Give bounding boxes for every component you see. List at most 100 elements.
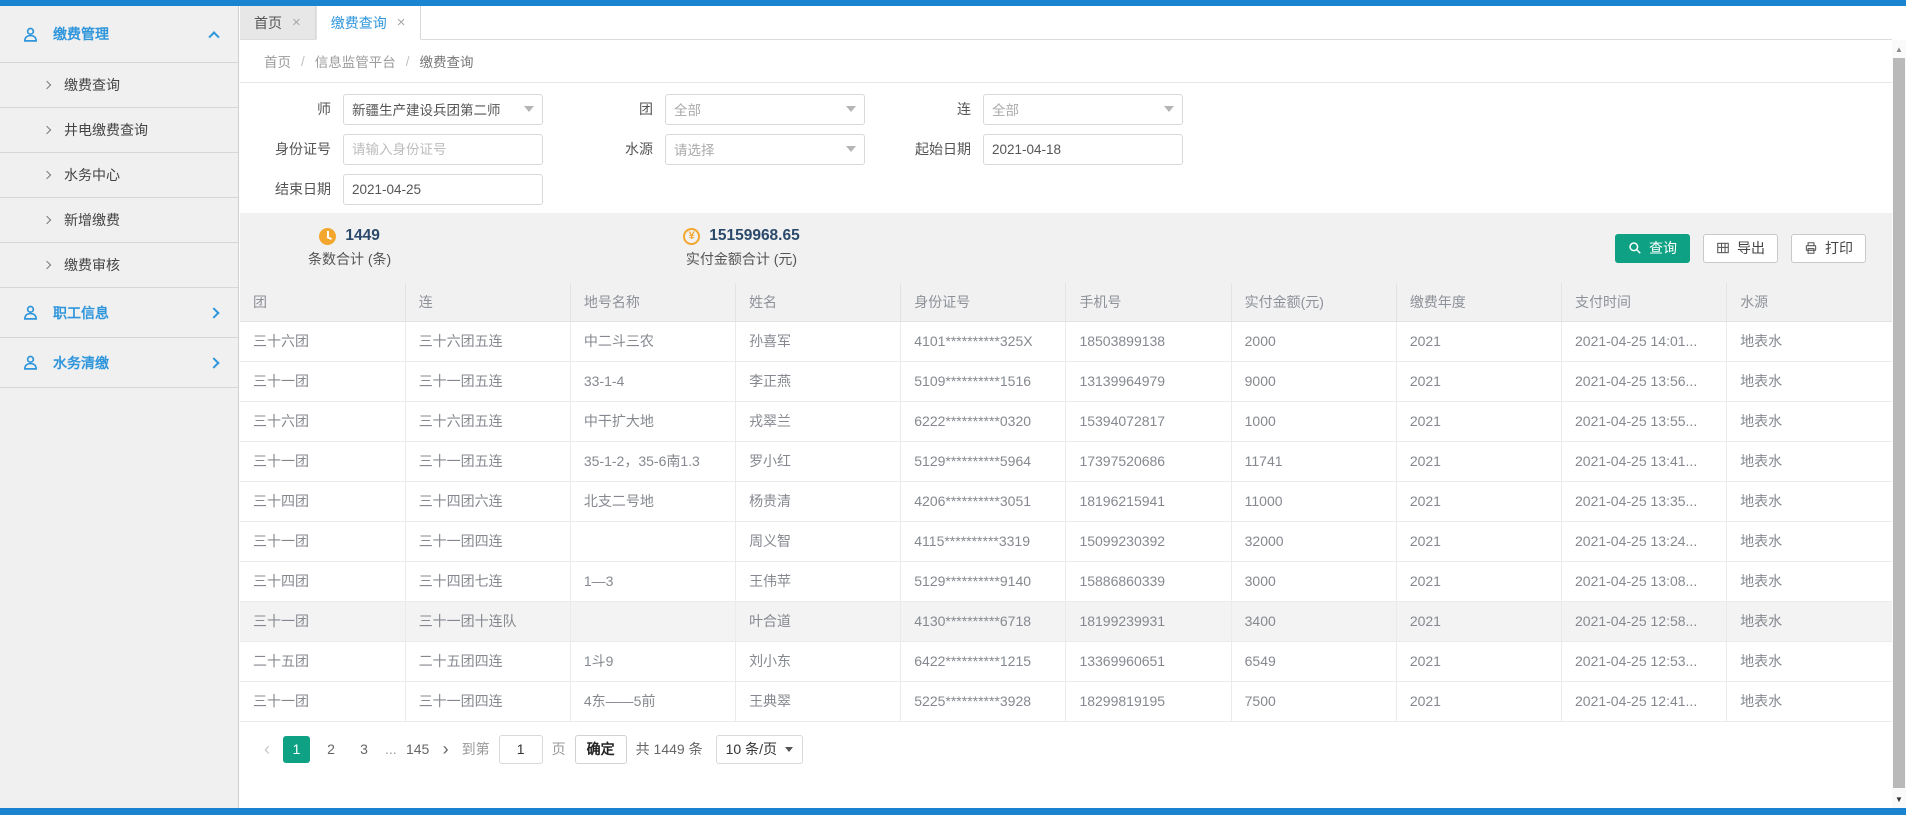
sidebar-group-label: 缴费管理 <box>53 24 210 44</box>
water-source-select[interactable]: 请选择 <box>665 134 865 165</box>
page-button-3[interactable]: 3 <box>352 736 376 763</box>
table-cell: 15886860339 <box>1066 561 1231 601</box>
sidebar-group-staff-info[interactable]: 职工信息 <box>0 288 238 338</box>
sidebar-item-water-center[interactable]: 水务中心 <box>0 153 238 198</box>
table-cell: 2021-04-25 13:56... <box>1562 361 1727 401</box>
page-size-value: 10 条/页 <box>726 739 777 759</box>
page-button-1[interactable]: 1 <box>283 736 310 763</box>
division-select[interactable]: 新疆生产建设兵团第二师 <box>343 94 543 125</box>
table-cell: 2021 <box>1396 641 1561 681</box>
table-cell: 2021-04-25 13:55... <box>1562 401 1727 441</box>
table-cell: 6222**********0320 <box>901 401 1066 441</box>
breadcrumb-home[interactable]: 首页 <box>264 51 291 71</box>
sidebar-item-label: 缴费查询 <box>64 75 120 95</box>
sidebar-group-payment-management[interactable]: 缴费管理 <box>0 6 238 63</box>
table-cell: 2000 <box>1231 321 1396 361</box>
table-row[interactable]: 三十四团三十四团六连北支二号地杨贵清4206**********30511819… <box>240 481 1892 521</box>
table-cell: 李正燕 <box>736 361 901 401</box>
table-row[interactable]: 三十一团三十一团五连33-1-4李正燕5109**********1516131… <box>240 361 1892 401</box>
person-icon <box>22 354 39 371</box>
table-row[interactable]: 三十一团三十一团四连4东——5前王典翠5225**********3928182… <box>240 681 1892 721</box>
sidebar-item-well-electric-payment-query[interactable]: 井电缴费查询 <box>0 108 238 153</box>
column-header: 支付时间 <box>1562 283 1727 321</box>
table-cell: 三十一团十连队 <box>405 601 570 641</box>
page-button-2[interactable]: 2 <box>319 736 343 763</box>
sidebar-group-water-clearance[interactable]: 水务清缴 <box>0 338 238 388</box>
table-row[interactable]: 三十一团三十一团五连35-1-2，35-6南1.3罗小红5129********… <box>240 441 1892 481</box>
vertical-scrollbar[interactable]: ▲ ▼ <box>1892 40 1906 808</box>
column-header: 水源 <box>1727 283 1892 321</box>
sidebar-item-label: 井电缴费查询 <box>64 120 148 140</box>
end-date-input[interactable] <box>343 174 543 205</box>
print-button[interactable]: 打印 <box>1791 234 1866 263</box>
table-cell: 6422**********1215 <box>901 641 1066 681</box>
table-row[interactable]: 三十六团三十六团五连中干扩大地戎翠兰6222**********03201539… <box>240 401 1892 441</box>
table-row[interactable]: 二十五团二十五团四连1斗9刘小东6422**********1215133699… <box>240 641 1892 681</box>
table-cell: 三十六团 <box>240 401 405 441</box>
table-cell: 11741 <box>1231 441 1396 481</box>
column-header: 团 <box>240 283 405 321</box>
search-icon <box>1628 241 1642 255</box>
tab-payment-query[interactable]: 缴费查询 × <box>316 6 421 40</box>
page-size-select[interactable]: 10 条/页 <box>716 735 803 764</box>
yen-icon: ¥ <box>683 228 700 245</box>
table-cell: 15099230392 <box>1066 521 1231 561</box>
scrollbar-thumb[interactable] <box>1893 58 1905 788</box>
sidebar-item-label: 新增缴费 <box>64 210 120 230</box>
table-cell: 三十六团五连 <box>405 321 570 361</box>
caret-down-icon <box>785 747 793 752</box>
close-icon[interactable]: × <box>292 15 301 30</box>
company-select[interactable]: 全部 <box>983 94 1183 125</box>
table-cell: 地表水 <box>1727 681 1892 721</box>
start-date-input[interactable] <box>983 134 1183 165</box>
table-cell: 周义智 <box>736 521 901 561</box>
table-cell: 2021 <box>1396 321 1561 361</box>
table-cell: 13369960651 <box>1066 641 1231 681</box>
regiment-select[interactable]: 全部 <box>665 94 865 125</box>
prev-page-icon[interactable]: ‹ <box>260 739 274 760</box>
id-number-input[interactable] <box>343 134 543 165</box>
table-row[interactable]: 三十六团三十六团五连中二斗三农孙喜军4101**********325X1850… <box>240 321 1892 361</box>
next-page-icon[interactable]: › <box>439 739 453 760</box>
table-cell: 三十一团四连 <box>405 521 570 561</box>
water-source-label: 水源 <box>543 139 665 159</box>
table-header-row: 团连地号名称姓名身份证号手机号实付金额(元)缴费年度支付时间水源 <box>240 283 1892 321</box>
end-date-label: 结束日期 <box>240 179 343 199</box>
table-cell: 2021-04-25 14:01... <box>1562 321 1727 361</box>
scroll-down-icon[interactable]: ▼ <box>1892 792 1906 806</box>
confirm-button[interactable]: 确定 <box>575 735 627 764</box>
regiment-select-value: 全部 <box>674 99 701 119</box>
column-header: 实付金额(元) <box>1231 283 1396 321</box>
table-cell: 1000 <box>1231 401 1396 441</box>
chevron-right-icon <box>43 126 51 134</box>
table-row[interactable]: 三十一团三十一团十连队叶合道4130**********671818199239… <box>240 601 1892 641</box>
sidebar-item-payment-query[interactable]: 缴费查询 <box>0 63 238 108</box>
table-cell: 地表水 <box>1727 561 1892 601</box>
tab-bar: 首页 × 缴费查询 × <box>240 6 1892 40</box>
export-button[interactable]: 导出 <box>1703 234 1778 263</box>
query-button[interactable]: 查询 <box>1615 234 1690 263</box>
table-cell: 2021 <box>1396 521 1561 561</box>
table-cell: 地表水 <box>1727 521 1892 561</box>
amount-total-stat: ¥ 15159968.65 实付金额合计 (元) <box>683 227 800 269</box>
clock-icon <box>319 228 336 245</box>
table-cell: 5129**********9140 <box>901 561 1066 601</box>
table-cell: 二十五团 <box>240 641 405 681</box>
tab-home[interactable]: 首页 × <box>240 6 316 39</box>
close-icon[interactable]: × <box>397 15 406 30</box>
breadcrumb-current: 缴费查询 <box>420 51 474 71</box>
table-row[interactable]: 三十四团三十四团七连1—3王伟苹5129**********9140158868… <box>240 561 1892 601</box>
main-content: 首页 × 缴费查询 × 首页 / 信息监管平台 / 缴费查询 师 新疆生产建设兵… <box>240 6 1892 808</box>
table-row[interactable]: 三十一团三十一团四连周义智4115**********3319150992303… <box>240 521 1892 561</box>
scroll-up-icon[interactable]: ▲ <box>1892 42 1906 56</box>
page-button-145[interactable]: 145 <box>406 736 430 763</box>
breadcrumb-platform[interactable]: 信息监管平台 <box>315 51 396 71</box>
table-cell: 4130**********6718 <box>901 601 1066 641</box>
chevron-right-icon <box>43 81 51 89</box>
record-count-label: 条数合计 (条) <box>308 249 391 269</box>
regiment-label: 团 <box>543 99 665 119</box>
sidebar-item-payment-audit[interactable]: 缴费审核 <box>0 243 238 288</box>
column-header: 地号名称 <box>570 283 735 321</box>
sidebar-item-new-payment[interactable]: 新增缴费 <box>0 198 238 243</box>
goto-page-input[interactable] <box>499 735 543 764</box>
